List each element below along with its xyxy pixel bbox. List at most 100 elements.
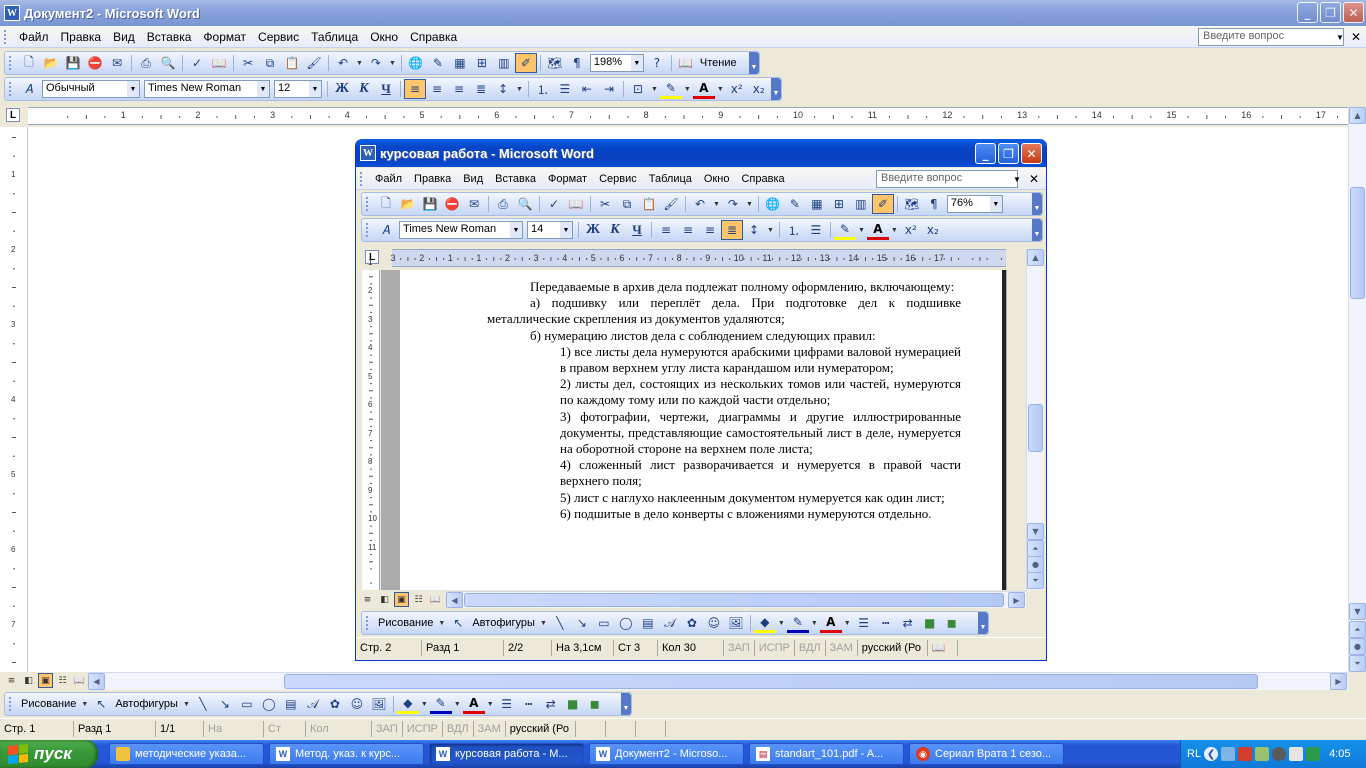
insert-table-icon[interactable]: ▦ (806, 194, 828, 214)
fill-color-icon[interactable]: ◆ (396, 694, 419, 714)
picture-icon[interactable]: 🖼 (725, 613, 747, 633)
chevron-down-icon[interactable]: ▼ (510, 222, 522, 238)
new-document-icon[interactable]: 🗋 (375, 194, 397, 214)
menu-file[interactable]: Файл (369, 171, 408, 187)
close-button[interactable]: ✕ (1021, 143, 1042, 164)
print-icon[interactable]: ⎙ (135, 53, 157, 73)
line-spacing-dropdown-icon[interactable]: ▼ (767, 227, 774, 234)
previous-page-icon[interactable]: ⏶ (1027, 540, 1044, 557)
outline-view-icon[interactable]: ☷ (55, 673, 70, 688)
chevron-down-icon[interactable]: ▼ (309, 81, 321, 97)
highlight-dropdown-icon[interactable]: ▼ (858, 227, 865, 234)
align-right-icon[interactable]: ≡ (448, 79, 470, 99)
security-icon[interactable] (1238, 747, 1253, 761)
align-center-icon[interactable]: ≡ (677, 220, 699, 240)
document-text[interactable]: Передаваемые в архив дела подлежат полно… (487, 279, 961, 522)
web-view-icon[interactable]: ◧ (377, 592, 392, 607)
fill-color-dropdown-icon[interactable]: ▼ (778, 620, 785, 627)
status-ovr[interactable]: ЗАМ (826, 639, 858, 656)
clip-art-icon[interactable]: ☺ (703, 613, 725, 633)
redo-dropdown-icon[interactable]: ▼ (746, 201, 753, 208)
paste-icon[interactable]: 📋 (638, 194, 660, 214)
insert-table-icon[interactable]: ▦ (449, 53, 471, 73)
paste-icon[interactable]: 📋 (281, 53, 303, 73)
arrow-style-icon[interactable]: ⇄ (897, 613, 919, 633)
status-rec[interactable]: ЗАП (372, 720, 403, 737)
drawing-dropdown-icon[interactable]: ▼ (438, 620, 445, 627)
help-icon[interactable]: ? (646, 53, 668, 73)
next-page-icon[interactable]: ⏷ (1027, 572, 1044, 589)
toolbar-options-icon[interactable]: ▼ (621, 693, 631, 715)
highlight-icon[interactable]: ✎ (659, 79, 682, 99)
insert-excel-icon[interactable]: ⊞ (828, 194, 850, 214)
toolbar-grip[interactable] (9, 82, 13, 96)
read-button-label[interactable]: Чтение (700, 57, 737, 69)
font-select[interactable]: Times New Roman ▼ (144, 80, 270, 98)
scroll-left-icon[interactable]: ◀ (88, 673, 105, 690)
tab-selector-icon[interactable]: L (6, 108, 20, 122)
print-icon[interactable]: ⎙ (492, 194, 514, 214)
dash-style-icon[interactable]: ┅ (518, 694, 540, 714)
ask-question-dropdown-icon[interactable]: ▼ (1012, 170, 1022, 188)
status-trk[interactable]: ИСПР (403, 720, 443, 737)
rule-1[interactable]: 1) все листы дела нумеруются арабскими ц… (487, 344, 961, 376)
styles-icon[interactable]: 𝐴 (375, 220, 397, 240)
taskbar-item-word-1[interactable]: W Метод. указ. к курс... (269, 743, 424, 765)
tables-borders-icon[interactable]: ✎ (427, 53, 449, 73)
ask-question-input[interactable]: Введите вопрос (876, 170, 1018, 188)
bullets-icon[interactable]: ☰ (554, 79, 576, 99)
drawing-icon[interactable]: ✐ (871, 194, 894, 214)
justify-icon[interactable]: ≣ (470, 79, 492, 99)
drawing-icon[interactable]: ✐ (514, 53, 537, 73)
outer-hscroll-thumb[interactable] (284, 674, 1258, 689)
font-color-dropdown-icon[interactable]: ▼ (844, 620, 851, 627)
menu-table[interactable]: Таблица (305, 28, 364, 46)
chevron-down-icon[interactable]: ▼ (630, 55, 643, 71)
tray-arrow-icon[interactable]: ❮ (1204, 747, 1219, 761)
font-select[interactable]: Times New Roman ▼ (399, 221, 523, 239)
status-ovr[interactable]: ЗАМ (474, 720, 506, 737)
scroll-up-icon[interactable]: ▲ (1027, 249, 1044, 266)
decrease-indent-icon[interactable]: ⇤ (576, 79, 598, 99)
insert-excel-icon[interactable]: ⊞ (471, 53, 493, 73)
start-button[interactable]: пуск (0, 740, 98, 768)
superscript-icon[interactable]: x² (726, 79, 748, 99)
redo-dropdown-icon[interactable]: ▼ (389, 60, 396, 67)
taskbar-item-word-2[interactable]: W Документ2 - Microso... (589, 743, 744, 765)
menu-tools[interactable]: Сервис (252, 28, 305, 46)
taskbar-item-folder[interactable]: методические указа... (109, 743, 264, 765)
font-color-icon[interactable]: A (866, 220, 889, 240)
scroll-down-icon[interactable]: ▼ (1027, 523, 1044, 540)
format-painter-icon[interactable]: 🖌 (303, 53, 325, 73)
toolbar-grip[interactable] (366, 223, 370, 237)
menu-format[interactable]: Формат (197, 28, 252, 46)
picture-icon[interactable]: 🖼 (368, 694, 390, 714)
line-color-dropdown-icon[interactable]: ▼ (811, 620, 818, 627)
word-icon[interactable]: W (4, 5, 20, 21)
menu-table[interactable]: Таблица (643, 171, 698, 187)
oval-icon[interactable]: ◯ (258, 694, 280, 714)
borders-dropdown-icon[interactable]: ▼ (651, 86, 658, 93)
taskbar-item-browser[interactable]: ◉ Сериал Врата 1 сезо... (909, 743, 1064, 765)
autoshapes-menu[interactable]: Автофигуры (469, 617, 538, 629)
highlight-icon[interactable]: ✎ (833, 220, 856, 240)
research-icon[interactable]: 📖 (208, 53, 230, 73)
subscript-icon[interactable]: x₂ (748, 79, 770, 99)
network-icon[interactable] (1221, 747, 1236, 761)
scroll-down-icon[interactable]: ▼ (1349, 603, 1366, 620)
undo-icon[interactable]: ↶ (689, 194, 711, 214)
inner-horizontal-ruler[interactable]: 3 2 1 1 2 3 4 5 6 7 8 9 10 11 12 13 14 15 16 17 (371, 249, 1006, 267)
menu-window[interactable]: Окно (364, 28, 404, 46)
print-layout-icon[interactable]: ▣ (394, 592, 409, 607)
italic-icon[interactable]: К (604, 220, 626, 240)
shadow-icon[interactable]: ■ (562, 694, 584, 714)
menu-file[interactable]: Файл (13, 28, 55, 46)
select-objects-icon[interactable]: ↖ (447, 613, 469, 633)
wordart-icon[interactable]: 𝒜 (659, 613, 681, 633)
autoshapes-dropdown-icon[interactable]: ▼ (183, 701, 190, 708)
save-icon[interactable]: 💾 (62, 53, 84, 73)
document-map-icon[interactable]: 🗺 (901, 194, 923, 214)
toolbar-options-icon[interactable]: ▼ (1032, 193, 1042, 215)
line-color-icon[interactable]: ✎ (786, 613, 809, 633)
diagram-icon[interactable]: ✿ (681, 613, 703, 633)
